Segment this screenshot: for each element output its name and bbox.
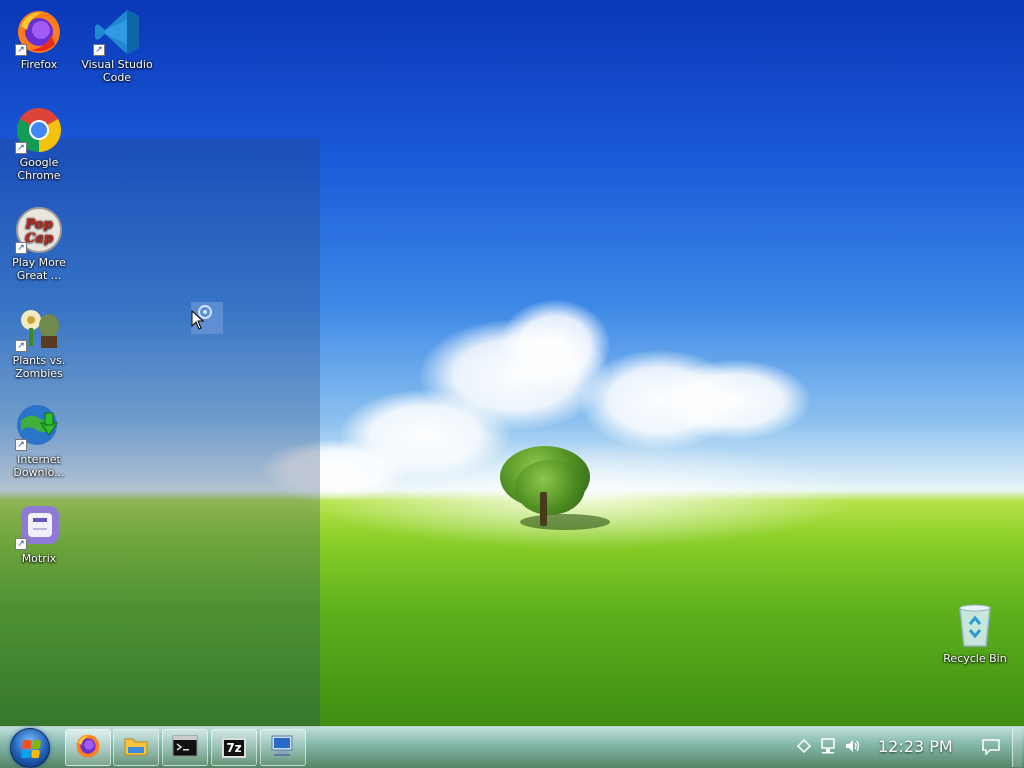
svg-text:Cap: Cap (25, 231, 53, 246)
start-button[interactable] (10, 728, 50, 768)
taskbar: 7z 12:23 PM (0, 726, 1024, 768)
firefox-icon: ↗ (15, 8, 63, 56)
desktop-icon-plants-vs-zombies[interactable]: ↗ Plants vs. Zombies (0, 304, 78, 380)
desktop-icon-label: Plants vs. Zombies (12, 354, 66, 380)
taskbar-button-network-connection[interactable] (260, 729, 306, 766)
network-icon[interactable] (820, 738, 838, 758)
taskbar-button-firefox[interactable] (65, 729, 111, 766)
taskbar-clock[interactable]: 12:23 PM (878, 737, 953, 756)
show-hidden-icons-icon[interactable] (796, 738, 812, 758)
taskbar-button-file-explorer[interactable] (113, 729, 159, 766)
network-computer-icon (269, 734, 297, 762)
7zip-icon: 7z (222, 737, 246, 758)
plants-vs-zombies-icon: ↗ (15, 304, 63, 352)
internet-download-manager-icon: ↗ (15, 403, 63, 451)
tree-shadow (520, 514, 610, 530)
svg-text:Pop: Pop (24, 217, 52, 232)
motrix-icon: ↗ (15, 502, 63, 550)
recycle-bin-icon (951, 602, 999, 650)
windows-logo-icon (21, 740, 41, 758)
desktop-icon-label: Google Chrome (17, 156, 61, 182)
folder-icon (123, 734, 149, 762)
desktop-icon-vscode[interactable]: ↗ Visual Studio Code (78, 8, 156, 84)
system-tray (796, 727, 862, 768)
popcap-icon: Pop Cap ↗ (15, 206, 63, 254)
desktop-icon-popcap[interactable]: Pop Cap ↗ Play More Great ... (0, 206, 78, 282)
tree (540, 492, 547, 526)
taskbar-button-command-prompt[interactable] (162, 729, 208, 766)
desktop-icon-internet-download-manager[interactable]: ↗ Internet Downlo... (0, 403, 78, 479)
action-center-icon[interactable] (982, 739, 1000, 759)
chrome-icon: ↗ (15, 106, 63, 154)
desktop-icon-motrix[interactable]: ↗ Motrix (0, 502, 78, 565)
desktop-icon-recycle-bin[interactable]: Recycle Bin (936, 602, 1014, 665)
firefox-icon (75, 733, 101, 763)
mouse-pointer-icon (191, 309, 205, 330)
vscode-icon: ↗ (93, 8, 141, 56)
volume-icon[interactable] (844, 738, 862, 758)
desktop-icon-firefox[interactable]: ↗ Firefox (0, 8, 78, 71)
desktop-icon-label: Internet Downlo... (13, 453, 65, 479)
desktop-icon-label: Recycle Bin (943, 652, 1007, 665)
desktop-icon-label: Visual Studio Code (81, 58, 153, 84)
desktop-icon-label: Firefox (20, 58, 58, 71)
desktop-icon-label: Play More Great ... (12, 256, 66, 282)
show-desktop-button[interactable] (1012, 729, 1022, 767)
taskbar-button-7-zip[interactable]: 7z (211, 729, 257, 766)
desktop-icon-chrome[interactable]: ↗ Google Chrome (0, 106, 78, 182)
desktop-icon-label: Motrix (21, 552, 57, 565)
terminal-icon (172, 735, 198, 761)
